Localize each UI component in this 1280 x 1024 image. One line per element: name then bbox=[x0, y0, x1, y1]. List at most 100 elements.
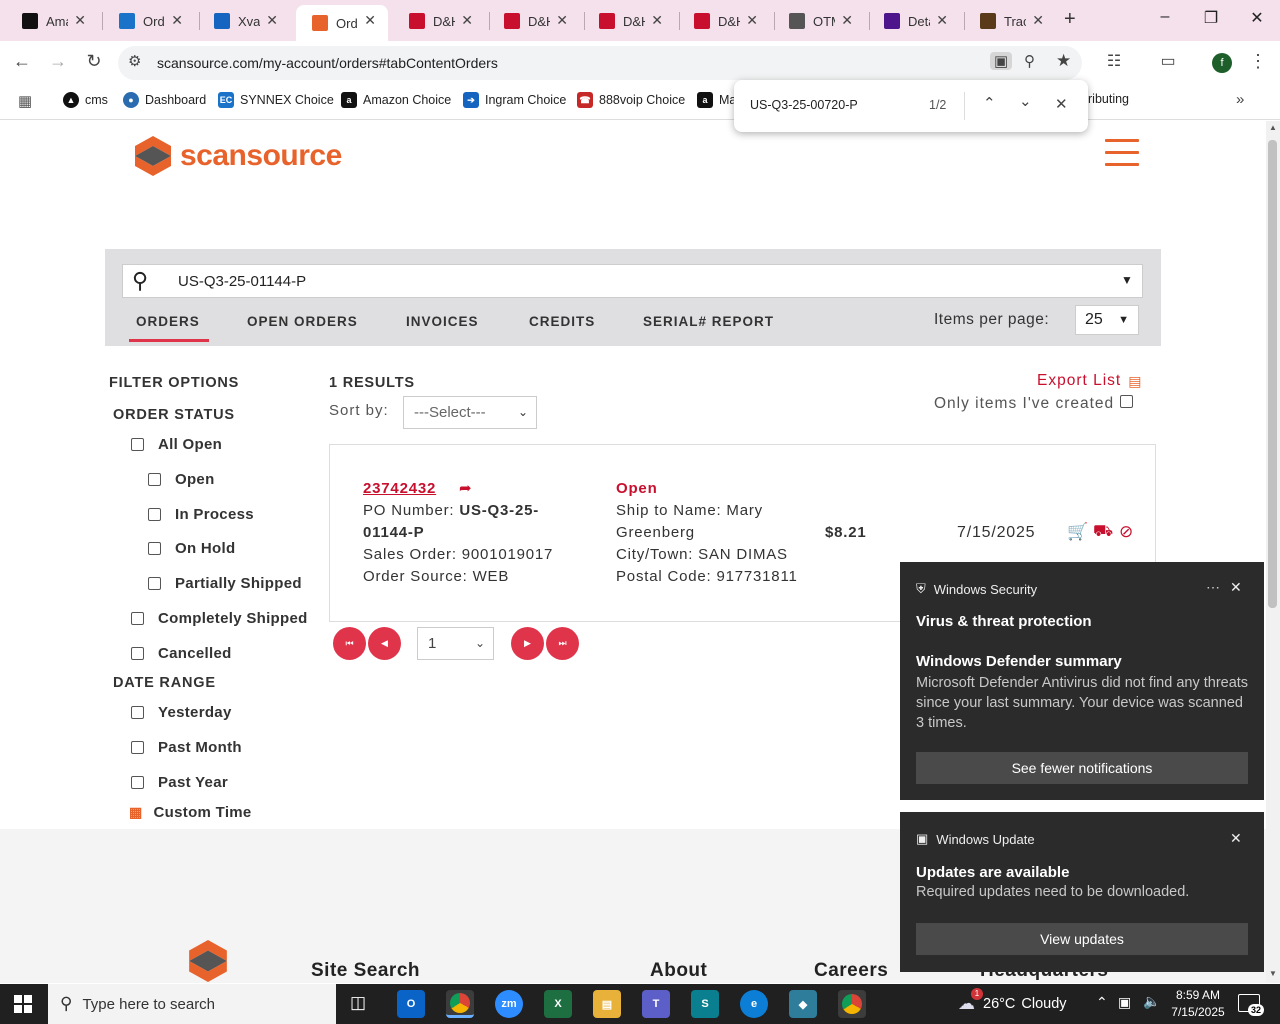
forward-button[interactable]: → bbox=[46, 51, 70, 72]
taskbar-clock[interactable]: 8:59 AM 7/15/2025 bbox=[1166, 987, 1230, 1021]
bookmark-dashboard[interactable]: ● Dashboard bbox=[123, 92, 206, 108]
tab-close-icon[interactable]: ✕ bbox=[651, 12, 663, 29]
windows-update-notification[interactable]: ▣ Windows Update ✕ Updates are available … bbox=[900, 812, 1264, 972]
bookmark-ma[interactable]: a Ma bbox=[697, 92, 736, 108]
see-fewer-notifications-button[interactable]: See fewer notifications bbox=[916, 752, 1248, 784]
only-mine-checkbox[interactable] bbox=[1120, 394, 1134, 408]
cancel-order-icon[interactable]: ⊘ bbox=[1119, 521, 1134, 543]
footer-careers[interactable]: Careers bbox=[814, 960, 888, 982]
tab-close-icon[interactable]: ✕ bbox=[556, 12, 568, 29]
close-window-button[interactable]: ✕ bbox=[1242, 8, 1272, 28]
previous-page-icon[interactable]: ◀ bbox=[368, 627, 401, 660]
more-bookmarks-icon[interactable]: » bbox=[1236, 91, 1244, 108]
browser-tab[interactable]: OTM ✕ bbox=[773, 5, 865, 37]
page-select[interactable]: 1 ⌄ bbox=[417, 627, 494, 660]
scansource-logo[interactable]: scansource bbox=[134, 135, 342, 177]
apps-grid-icon[interactable]: ▦ bbox=[18, 92, 32, 110]
windows-security-notification[interactable]: ⛨ Windows Security ⋯ ✕ Virus & threat pro… bbox=[900, 562, 1264, 800]
tab-close-icon[interactable]: ✕ bbox=[936, 12, 948, 29]
bookmark-cms[interactable]: ▲ cms bbox=[63, 92, 108, 108]
find-next-icon[interactable]: ⌄ bbox=[1019, 92, 1032, 110]
show-hidden-icons[interactable]: ⌃ bbox=[1096, 994, 1108, 1011]
checkbox[interactable] bbox=[131, 706, 144, 719]
checkbox[interactable] bbox=[148, 473, 161, 486]
find-previous-icon[interactable]: ⌃ bbox=[983, 94, 996, 112]
start-button-icon[interactable] bbox=[14, 995, 32, 1013]
find-close-icon[interactable]: ✕ bbox=[1055, 95, 1068, 113]
new-tab-button[interactable]: + bbox=[1064, 8, 1076, 31]
url-text[interactable]: scansource.com/my-account/orders#tabCont… bbox=[157, 55, 498, 71]
side-panel-icon[interactable]: ▭ bbox=[1156, 51, 1180, 71]
bookmark-ingram[interactable]: ➔ Ingram Choice bbox=[463, 92, 566, 108]
footer-site-search[interactable]: Site Search bbox=[311, 960, 420, 982]
order-number-link[interactable]: 23742432 bbox=[363, 478, 436, 500]
tab-credits[interactable]: CREDITS bbox=[529, 314, 595, 329]
tab-serial-report[interactable]: SERIAL# REPORT bbox=[643, 314, 774, 329]
last-page-icon[interactable]: ⏭ bbox=[546, 627, 579, 660]
profile-avatar[interactable]: f bbox=[1212, 53, 1232, 73]
tab-close-icon[interactable]: ✕ bbox=[171, 12, 183, 29]
back-button[interactable]: ← bbox=[10, 51, 34, 72]
checkbox[interactable] bbox=[148, 508, 161, 521]
scrollbar-thumb[interactable] bbox=[1268, 140, 1277, 608]
task-view-icon[interactable]: ◫ bbox=[350, 993, 366, 1013]
checkbox[interactable] bbox=[148, 542, 161, 555]
checkbox[interactable] bbox=[131, 741, 144, 754]
restore-button[interactable]: ❐ bbox=[1196, 8, 1226, 28]
taskbar-search-box[interactable]: ⚲ Type here to search bbox=[48, 984, 336, 1024]
volume-icon[interactable]: 🔈 bbox=[1143, 993, 1160, 1010]
bookmark-distributing[interactable]: ributing bbox=[1088, 92, 1129, 106]
edge-icon[interactable]: e bbox=[740, 990, 768, 1018]
items-per-page-select[interactable]: 25 ▼ bbox=[1075, 305, 1139, 335]
chrome-profile-icon[interactable] bbox=[838, 990, 866, 1018]
sort-select[interactable]: ---Select--- ⌄ bbox=[403, 396, 537, 429]
file-explorer-icon[interactable]: ▤ bbox=[593, 990, 621, 1018]
checkbox[interactable] bbox=[148, 577, 161, 590]
export-list-link[interactable]: Export List ▤ bbox=[1037, 372, 1142, 390]
view-updates-button[interactable]: View updates bbox=[916, 923, 1248, 955]
filter-open[interactable]: Open bbox=[148, 471, 215, 488]
filter-cancelled[interactable]: Cancelled bbox=[131, 645, 232, 662]
filter-yesterday[interactable]: Yesterday bbox=[131, 704, 232, 721]
truck-icon[interactable]: ⛟ bbox=[1093, 521, 1114, 543]
tab-close-icon[interactable]: ✕ bbox=[266, 12, 278, 29]
app-diamond-icon[interactable]: ◆ bbox=[789, 990, 817, 1018]
chrome-icon[interactable] bbox=[446, 990, 474, 1018]
close-icon[interactable]: ✕ bbox=[1230, 579, 1242, 596]
share-arrow-icon[interactable]: ➦ bbox=[459, 478, 472, 500]
zoom-meetings-icon[interactable]: zm bbox=[495, 990, 523, 1018]
filter-all-open[interactable]: All Open bbox=[131, 436, 222, 453]
tab-close-icon[interactable]: ✕ bbox=[1032, 12, 1044, 29]
browser-tab[interactable]: Orde ✕ bbox=[296, 5, 388, 41]
checkbox[interactable] bbox=[131, 776, 144, 789]
app-s-icon[interactable]: S bbox=[691, 990, 719, 1018]
checkbox[interactable] bbox=[131, 647, 144, 660]
tab-orders[interactable]: ORDERS bbox=[136, 314, 200, 329]
network-icon[interactable]: ▣ bbox=[1118, 994, 1131, 1011]
tab-close-icon[interactable]: ✕ bbox=[746, 12, 758, 29]
only-mine-filter[interactable]: Only items I've created bbox=[934, 394, 1134, 413]
scroll-up-icon[interactable]: ▲ bbox=[1269, 123, 1277, 132]
scroll-down-icon[interactable]: ▼ bbox=[1269, 969, 1277, 978]
browser-tab[interactable]: D&H ✕ bbox=[583, 5, 675, 37]
filter-on-hold[interactable]: On Hold bbox=[148, 540, 235, 557]
search-dropdown-icon[interactable]: ▼ bbox=[1121, 273, 1133, 287]
browser-tab[interactable]: Deta ✕ bbox=[868, 5, 960, 37]
teams-icon[interactable]: T bbox=[642, 990, 670, 1018]
filter-past-month[interactable]: Past Month bbox=[131, 739, 242, 756]
filter-partially-shipped[interactable]: Partially Shipped bbox=[148, 575, 302, 592]
address-bar[interactable]: ⚙ scansource.com/my-account/orders#tabCo… bbox=[118, 46, 1082, 80]
browser-tab[interactable]: D&H ✕ bbox=[488, 5, 580, 37]
close-icon[interactable]: ✕ bbox=[1230, 830, 1242, 847]
excel-icon[interactable]: X bbox=[544, 990, 572, 1018]
weather-widget[interactable]: ☁ 1 26°C Cloudy bbox=[958, 988, 1067, 1014]
browser-tab[interactable]: D&H ✕ bbox=[393, 5, 485, 37]
browser-tab[interactable]: Ama ✕ bbox=[6, 5, 98, 37]
browser-tab[interactable]: Xvan ✕ bbox=[198, 5, 290, 37]
filter-in-process[interactable]: In Process bbox=[148, 506, 254, 523]
cart-icon[interactable]: 🛒 bbox=[1067, 521, 1089, 543]
first-page-icon[interactable]: ⏮ bbox=[333, 627, 366, 660]
minimize-button[interactable]: – bbox=[1150, 8, 1180, 26]
browser-tab[interactable]: Tracl ✕ bbox=[964, 5, 1056, 37]
filter-past-year[interactable]: Past Year bbox=[131, 774, 228, 791]
